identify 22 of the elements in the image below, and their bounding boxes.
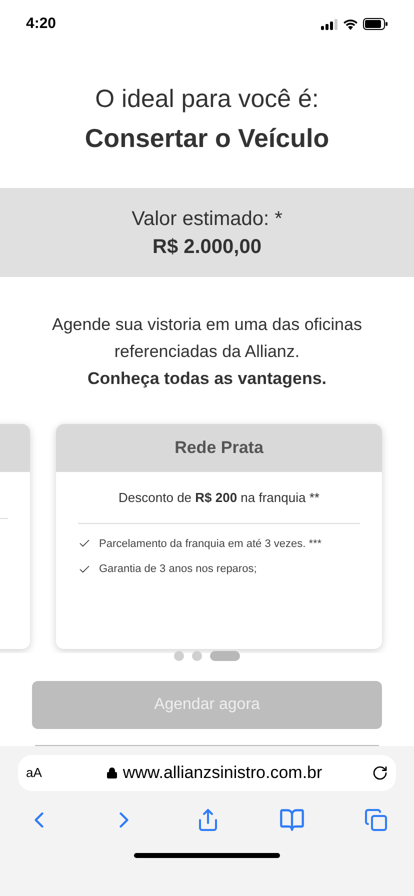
benefit-text: Parcelamento da franquia em até 3 vezes. *** bbox=[99, 536, 322, 552]
benefits-link[interactable]: Conheça todas as vantagens. bbox=[87, 365, 327, 392]
heading-intro: O ideal para você é: bbox=[95, 84, 319, 115]
benefit-text: Garantia de 3 anos nos reparos; bbox=[99, 562, 257, 577]
estimate-value: R$ 2.000,00 bbox=[152, 234, 262, 260]
tabs-icon[interactable] bbox=[364, 808, 388, 832]
estimate-label: Valor estimado: * bbox=[132, 206, 282, 232]
heading-title: Consertar o Veículo bbox=[84, 122, 330, 155]
card-title: Rede Prata bbox=[174, 437, 264, 460]
battery-icon bbox=[363, 18, 388, 30]
bookmarks-icon[interactable] bbox=[279, 807, 305, 833]
wifi-icon bbox=[343, 18, 358, 30]
text-size-button[interactable]: aA bbox=[26, 763, 56, 783]
url-text: www.allianzsinistro.com.br bbox=[122, 762, 322, 784]
signal-icon bbox=[321, 18, 338, 30]
address-bar[interactable]: aA www.allianzsinistro.com.br bbox=[18, 755, 396, 791]
status-time: 4:20 bbox=[26, 14, 56, 34]
reload-icon[interactable] bbox=[372, 765, 388, 781]
lock-icon bbox=[106, 767, 118, 779]
discount-text: Desconto de R$ 200 na franquia ** bbox=[118, 489, 320, 507]
share-icon[interactable] bbox=[196, 808, 220, 832]
intro-text: Agende sua vistoria em uma das oficinas referenciadas da Allianz. bbox=[52, 314, 362, 363]
